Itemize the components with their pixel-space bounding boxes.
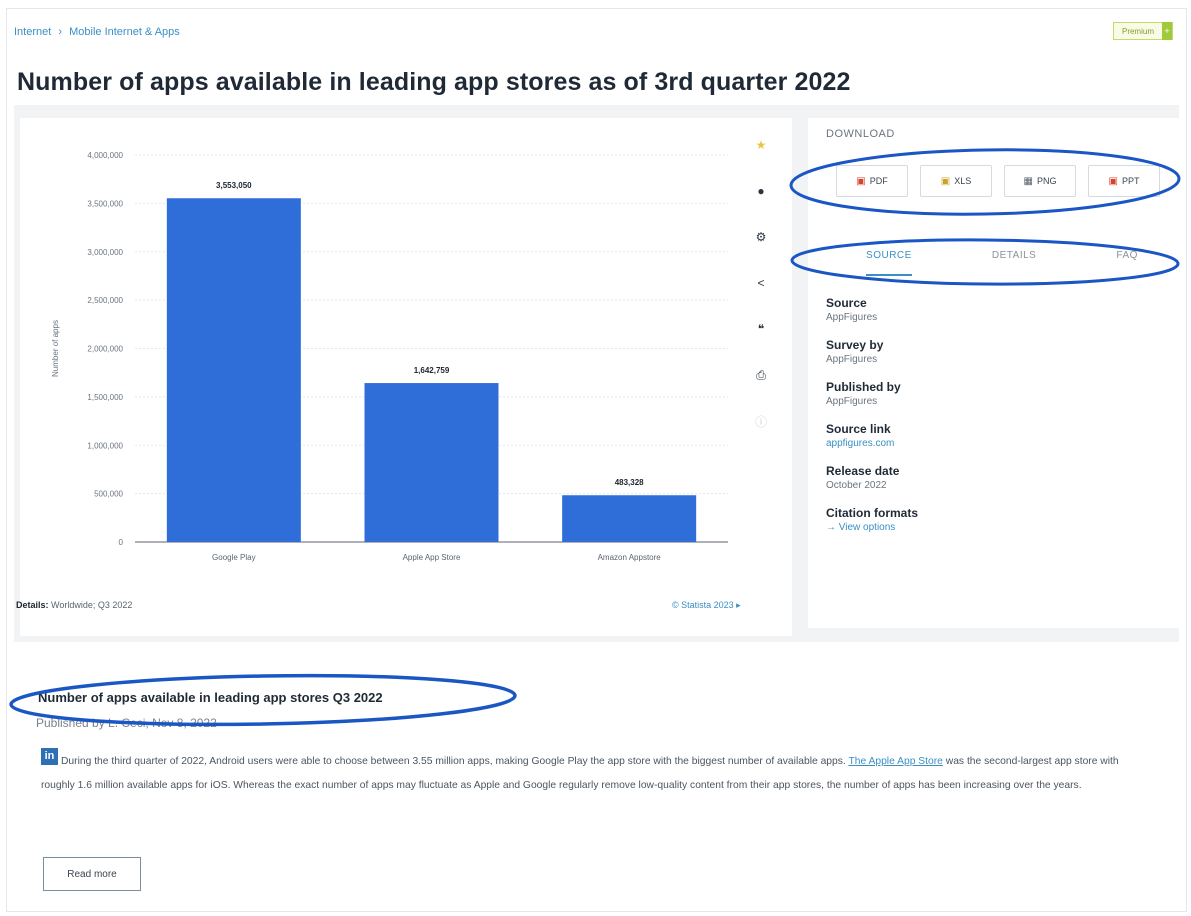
gear-icon: ⚙ (755, 230, 767, 244)
y-tick-label: 3,500,000 (87, 199, 123, 208)
survey-label: Survey by (826, 338, 884, 352)
pdf-label: PDF (869, 176, 888, 186)
publisher-item: Published by AppFigures (826, 380, 1166, 409)
premium-badge[interactable]: Premium + (1112, 22, 1173, 40)
premium-plus-icon: + (1162, 22, 1172, 40)
read-more-button[interactable]: Read more (43, 857, 141, 891)
survey-value: AppFigures (826, 354, 878, 365)
print-button[interactable]: ⎙ (744, 358, 778, 392)
x-tick-label: Amazon Appstore (598, 553, 662, 562)
bar (562, 495, 697, 542)
bar (166, 198, 301, 542)
settings-button[interactable]: ⚙ (744, 220, 778, 254)
share-icon: < (757, 276, 765, 290)
notification-button[interactable]: ● (744, 174, 778, 208)
source-label: Source (826, 296, 867, 310)
release-date-label: Release date (826, 464, 900, 478)
share-button[interactable]: < (744, 266, 778, 300)
source-link-item: Source link appfigures.com (826, 422, 1166, 451)
download-title: DOWNLOAD (826, 128, 895, 140)
download-buttons: ▣ PDF ▣ XLS ▦ PNG ▣ PPT (836, 165, 1172, 197)
download-ppt-button[interactable]: ▣ PPT (1088, 165, 1160, 197)
info-icon: ⓘ (754, 414, 767, 429)
info-button[interactable]: ⓘ (744, 404, 778, 438)
info-tabs: SOURCE DETAILS FAQ (826, 250, 1178, 276)
x-tick-label: Apple App Store (403, 553, 461, 562)
y-tick-label: 3,000,000 (87, 248, 123, 257)
tab-details[interactable]: DETAILS (992, 250, 1036, 276)
bar-chart: 0 500,000 1,000,000 1,500,000 2,000,000 2,500… (51, 151, 728, 562)
y-tick-label: 2,500,000 (87, 296, 123, 305)
premium-label: Premium (1121, 26, 1154, 36)
credit-text: © Statista 2023 (672, 600, 734, 610)
download-xls-button[interactable]: ▣ XLS (920, 165, 992, 197)
download-png-button[interactable]: ▦ PNG (1004, 165, 1076, 197)
bell-icon: ● (757, 184, 765, 198)
chart-details: Details: Worldwide; Q3 2022 (16, 600, 132, 610)
y-tick-label: 1,000,000 (87, 441, 123, 450)
source-list: Source AppFigures Survey by AppFigures P… (826, 296, 1166, 548)
y-axis-label: Number of apps (51, 320, 60, 377)
source-link[interactable]: appfigures.com (826, 437, 1166, 451)
y-tick-label: 2,000,000 (87, 345, 123, 354)
x-tick-label: Google Play (212, 553, 256, 562)
data-label: 1,642,759 (414, 366, 450, 375)
y-tick-label: 0 (119, 538, 124, 547)
xls-label: XLS (954, 176, 972, 186)
y-tick-label: 1,500,000 (87, 393, 123, 402)
y-tick-label: 500,000 (94, 490, 123, 499)
citation-item: Citation formats → View options (826, 506, 1166, 535)
publisher-value: AppFigures (826, 396, 878, 407)
article-meta: Published by L. Ceci, Nov 8, 2022 (36, 716, 217, 730)
pdf-icon: ▣ (856, 175, 866, 187)
source-item: Source AppFigures (826, 296, 1166, 325)
download-pdf-button[interactable]: ▣ PDF (836, 165, 908, 197)
data-label: 483,328 (615, 478, 644, 487)
favorite-button[interactable]: ★ (744, 128, 778, 162)
details-value: Worldwide; Q3 2022 (51, 600, 133, 610)
publisher-label: Published by (826, 380, 901, 394)
cite-button[interactable]: ❝ (744, 312, 778, 346)
xls-icon: ▣ (940, 175, 951, 187)
tab-source[interactable]: SOURCE (866, 250, 912, 276)
ppt-label: PPT (1121, 176, 1140, 186)
source-value: AppFigures (826, 312, 878, 323)
source-link-label: Source link (826, 422, 891, 436)
y-tick-label: 4,000,000 (87, 151, 123, 160)
release-date-value: October 2022 (826, 480, 887, 491)
ppt-icon: ▣ (1108, 175, 1118, 187)
tab-faq[interactable]: FAQ (1116, 250, 1138, 276)
apple-app-store-link[interactable]: The Apple App Store (848, 756, 942, 767)
release-date-item: Release date October 2022 (826, 464, 1166, 493)
quote-icon: ❝ (757, 322, 765, 336)
star-icon: ★ (755, 138, 767, 152)
article-title: Number of apps available in leading app … (38, 690, 383, 705)
citation-label: Citation formats (826, 506, 919, 520)
print-icon: ⎙ (756, 367, 766, 382)
bar (364, 383, 499, 542)
article-body: During the third quarter of 2022, Androi… (41, 750, 1146, 798)
view-options-link[interactable]: → View options (826, 521, 1166, 535)
statista-credit[interactable]: © Statista 2023 ▸ (672, 600, 741, 611)
data-label: 3,553,050 (216, 181, 252, 190)
png-icon: ▦ (1023, 175, 1033, 187)
survey-item: Survey by AppFigures (826, 338, 1166, 367)
article-body-part1: During the third quarter of 2022, Androi… (61, 756, 849, 767)
png-label: PNG (1036, 176, 1057, 186)
chart-tools: ★ ● ⚙ < ❝ ⎙ ⓘ (744, 128, 778, 450)
details-label: Details: (16, 600, 49, 610)
